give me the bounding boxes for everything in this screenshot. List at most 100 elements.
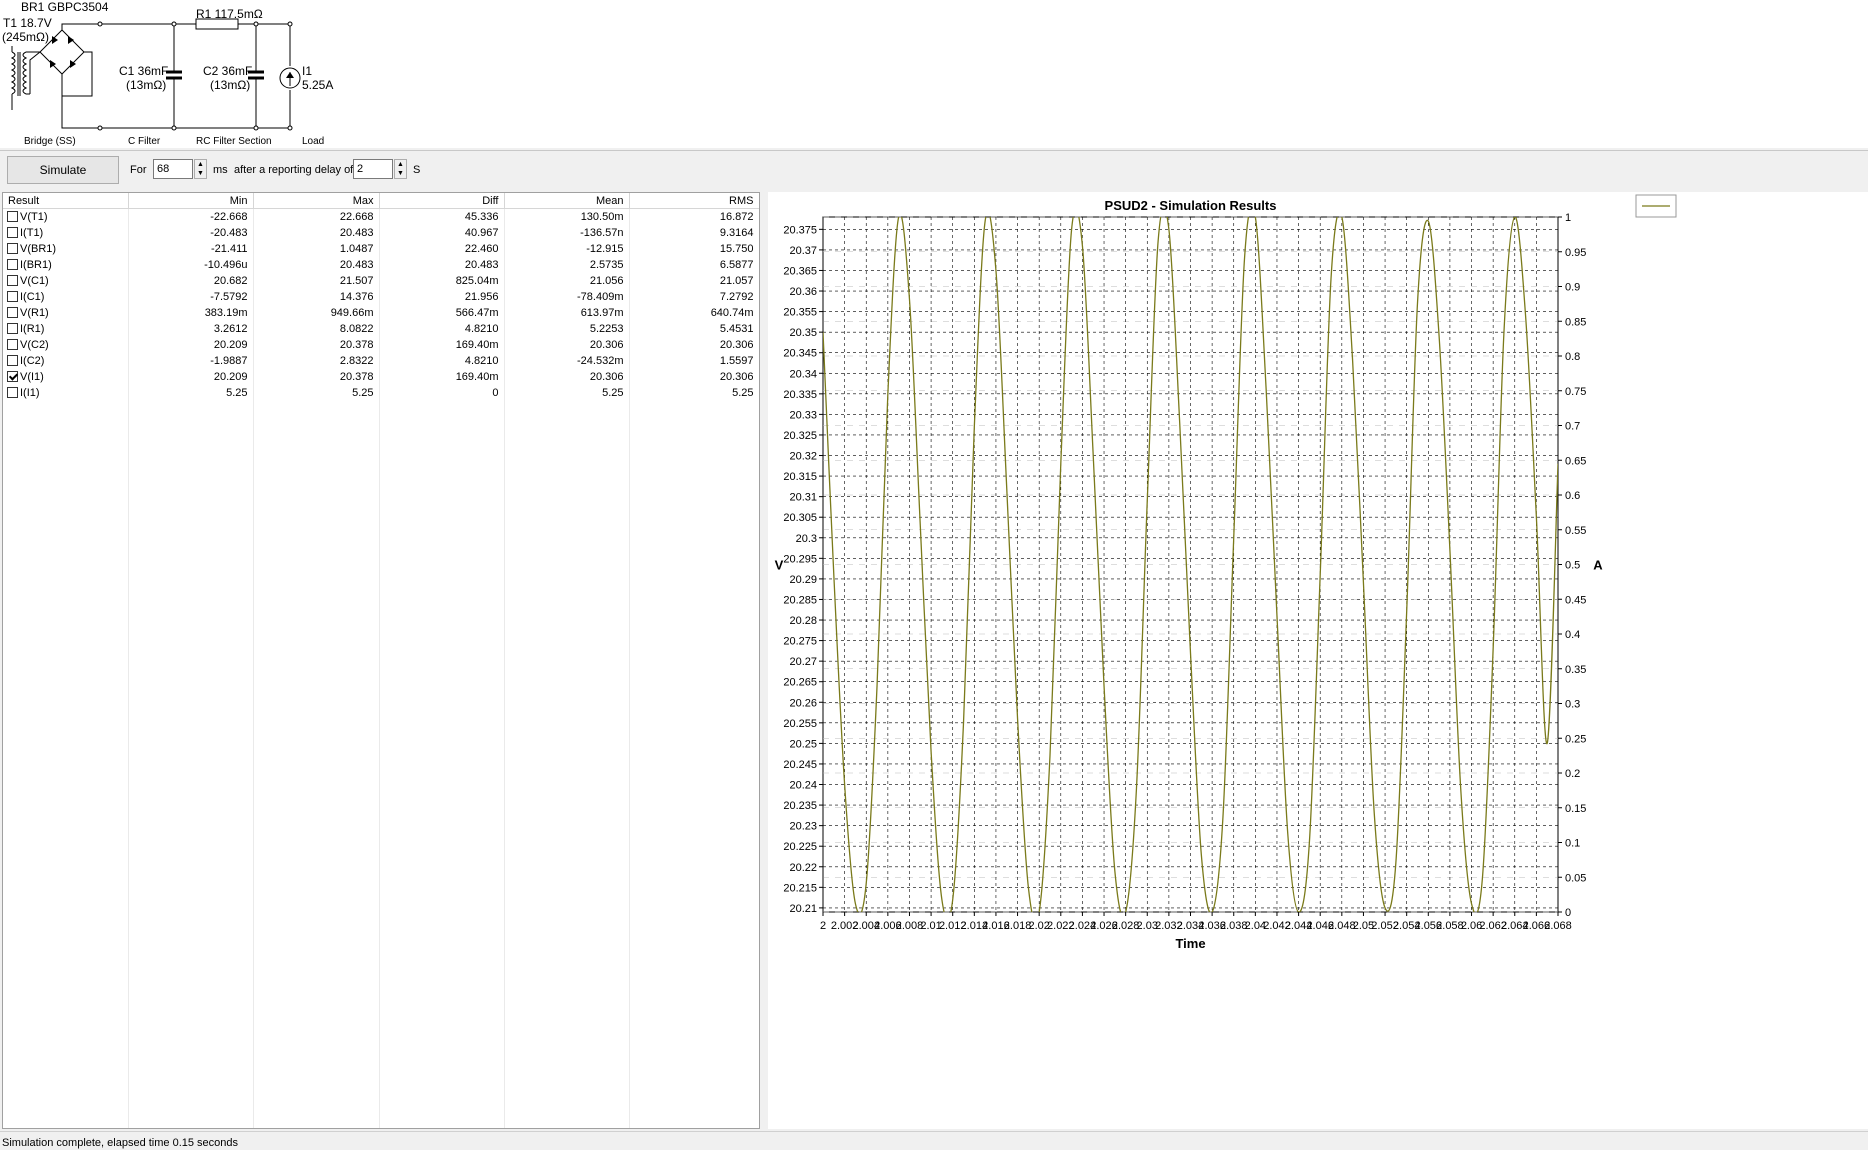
table-row[interactable]: I(R1) 3.2612 8.0822 4.8210 5.2253 5.4531 (3, 321, 759, 337)
table-row[interactable]: I(C2) -1.9887 2.8322 4.8210 -24.532m 1.5597 (3, 353, 759, 369)
empty-cell (128, 465, 254, 481)
empty-cell (379, 705, 505, 721)
empty-cell (3, 657, 129, 673)
empty-cell (379, 465, 505, 481)
result-cell[interactable]: V(I1) (3, 369, 129, 385)
spin-down-icon[interactable]: ▼ (195, 169, 206, 178)
table-row[interactable]: V(BR1) -21.411 1.0487 22.460 -12.915 15.750 (3, 241, 759, 257)
simulation-controls: Simulate For ▲▼ ms after a reporting del… (0, 150, 1868, 191)
result-cell[interactable]: V(C2) (3, 337, 129, 353)
result-checkbox[interactable] (7, 339, 18, 350)
result-checkbox[interactable] (7, 259, 18, 270)
cell-diff: 40.967 (379, 225, 505, 241)
y2-tick-label: 0.7 (1565, 421, 1580, 433)
empty-cell (253, 753, 380, 769)
y2-tick-label: 0.2 (1565, 768, 1580, 780)
y-tick-label: 20.365 (783, 265, 817, 277)
col-result[interactable]: Result (3, 193, 129, 209)
result-cell[interactable]: V(BR1) (3, 241, 129, 257)
cell-mean: 2.5735 (504, 257, 630, 273)
result-checkbox[interactable] (7, 307, 18, 318)
delay-spinner[interactable]: ▲ ▼ (394, 159, 407, 179)
result-cell[interactable]: V(C1) (3, 273, 129, 289)
result-cell[interactable]: I(C2) (3, 353, 129, 369)
empty-cell (128, 737, 254, 753)
empty-cell (128, 881, 254, 897)
result-checkbox[interactable] (7, 387, 18, 398)
col-rms[interactable]: RMS (629, 193, 759, 209)
spin-up-icon[interactable]: ▲ (195, 160, 206, 169)
result-cell[interactable]: V(R1) (3, 305, 129, 321)
spin-up-icon[interactable]: ▲ (395, 160, 406, 169)
empty-cell (3, 625, 129, 641)
y-tick-label: 20.345 (783, 348, 817, 360)
result-checkbox[interactable] (7, 275, 18, 286)
empty-row (3, 561, 759, 577)
spin-down-icon[interactable]: ▼ (395, 169, 406, 178)
table-row[interactable]: I(BR1) -10.496u 20.483 20.483 2.5735 6.5877 (3, 257, 759, 273)
empty-cell (253, 401, 380, 417)
table-row[interactable]: V(C1) 20.682 21.507 825.04m 21.056 21.057 (3, 273, 759, 289)
empty-cell (379, 913, 505, 929)
col-max[interactable]: Max (253, 193, 380, 209)
simulation-chart[interactable]: PSUD2 - Simulation Results20.37520.3720.… (768, 192, 1868, 1129)
result-checkbox[interactable] (7, 323, 18, 334)
table-row[interactable]: I(T1) -20.483 20.483 40.967 -136.57n 9.3164 (3, 225, 759, 241)
empty-cell (3, 529, 129, 545)
empty-cell (128, 1121, 254, 1128)
empty-cell (629, 705, 759, 721)
result-cell[interactable]: I(R1) (3, 321, 129, 337)
empty-cell (253, 465, 380, 481)
empty-cell (128, 785, 254, 801)
table-row[interactable]: V(C2) 20.209 20.378 169.40m 20.306 20.306 (3, 337, 759, 353)
empty-row (3, 865, 759, 881)
result-cell[interactable]: I(BR1) (3, 257, 129, 273)
cell-diff: 20.483 (379, 257, 505, 273)
cell-rms: 20.306 (629, 337, 759, 353)
duration-spinner[interactable]: ▲ ▼ (194, 159, 207, 179)
empty-cell (128, 577, 254, 593)
duration-input[interactable] (153, 159, 193, 179)
empty-cell (504, 689, 630, 705)
cell-diff: 169.40m (379, 337, 505, 353)
result-checkbox[interactable] (7, 227, 18, 238)
empty-cell (3, 577, 129, 593)
table-row[interactable]: V(I1) 20.209 20.378 169.40m 20.306 20.306 (3, 369, 759, 385)
empty-cell (504, 1009, 630, 1025)
result-checkbox[interactable] (7, 211, 18, 222)
result-checkbox[interactable] (7, 291, 18, 302)
table-row[interactable]: V(T1) -22.668 22.668 45.336 130.50m 16.872 (3, 208, 759, 225)
result-cell[interactable]: I(T1) (3, 225, 129, 241)
y-tick-label: 20.33 (789, 409, 817, 421)
table-row[interactable]: V(R1) 383.19m 949.66m 566.47m 613.97m 640.74m (3, 305, 759, 321)
x-axis-label: Time (1175, 936, 1205, 951)
result-cell[interactable]: I(C1) (3, 289, 129, 305)
cell-mean: 20.306 (504, 337, 630, 353)
result-checkbox[interactable] (7, 243, 18, 254)
empty-cell (128, 497, 254, 513)
col-min[interactable]: Min (128, 193, 254, 209)
table-row[interactable]: I(I1) 5.25 5.25 0 5.25 5.25 (3, 385, 759, 401)
result-checkbox[interactable] (7, 355, 18, 366)
empty-cell (253, 865, 380, 881)
empty-cell (3, 977, 129, 993)
empty-cell (504, 433, 630, 449)
col-diff[interactable]: Diff (379, 193, 505, 209)
col-mean[interactable]: Mean (504, 193, 630, 209)
table-row[interactable]: I(C1) -7.5792 14.376 21.956 -78.409m 7.2792 (3, 289, 759, 305)
c1-label: C1 36mF (119, 64, 169, 78)
empty-cell (128, 801, 254, 817)
simulate-button[interactable]: Simulate (7, 156, 119, 184)
delay-input[interactable] (353, 159, 393, 179)
empty-cell (504, 817, 630, 833)
empty-cell (504, 769, 630, 785)
result-cell[interactable]: I(I1) (3, 385, 129, 401)
cell-rms: 7.2792 (629, 289, 759, 305)
empty-cell (3, 689, 129, 705)
empty-cell (253, 1025, 380, 1041)
result-cell[interactable]: V(T1) (3, 208, 129, 225)
empty-cell (128, 609, 254, 625)
result-checkbox[interactable] (7, 371, 18, 382)
result-name: V(C2) (20, 339, 49, 351)
y-tick-label: 20.275 (783, 636, 817, 648)
